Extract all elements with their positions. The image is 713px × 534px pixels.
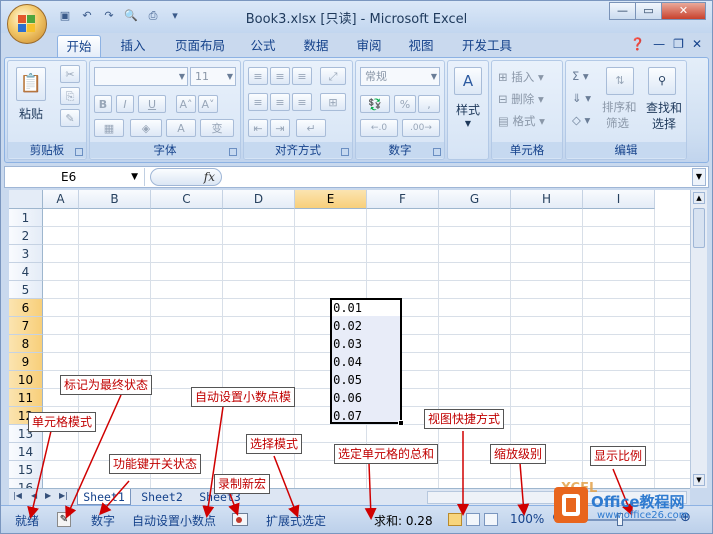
annotation-key-toggle: 功能键开关状态: [109, 454, 202, 474]
arrow-zoom-level: [517, 462, 530, 516]
annotation-cell-mode: 单元格模式: [28, 412, 97, 432]
arrow-fixed-decimal: [202, 406, 224, 518]
annotation-selection-mode: 选择模式: [246, 434, 303, 454]
annotation-fixed-decimal: 自动设置小数点模: [191, 387, 296, 407]
office-watermark-logo: [554, 487, 588, 523]
annotation-mark-final: 标记为最终状态: [60, 375, 153, 395]
annotation-zoom-level: 缩放级别: [490, 444, 547, 464]
arrow-sum: [364, 462, 377, 520]
arrow-key-toggle: [99, 480, 130, 516]
excel-window: ▣ ↶ ↷ 🔍 ⎙ ▾ Book3.xlsx [只读] - Microsoft …: [0, 0, 713, 534]
arrow-cell-mode: [27, 430, 52, 519]
annotation-record-macro: 录制新宏: [214, 474, 271, 494]
annotation-zoom-ratio: 显示比例: [590, 446, 647, 466]
watermark-url: www.office26.com: [597, 510, 689, 521]
annotation-sum-selected: 选定单元格的总和: [334, 444, 439, 464]
watermark-brand: Office教程网: [591, 493, 685, 511]
annotation-view-shortcuts: 视图快捷方式: [424, 409, 505, 429]
arrow-record-macro: [228, 490, 240, 516]
arrow-selection-mode: [273, 455, 300, 518]
